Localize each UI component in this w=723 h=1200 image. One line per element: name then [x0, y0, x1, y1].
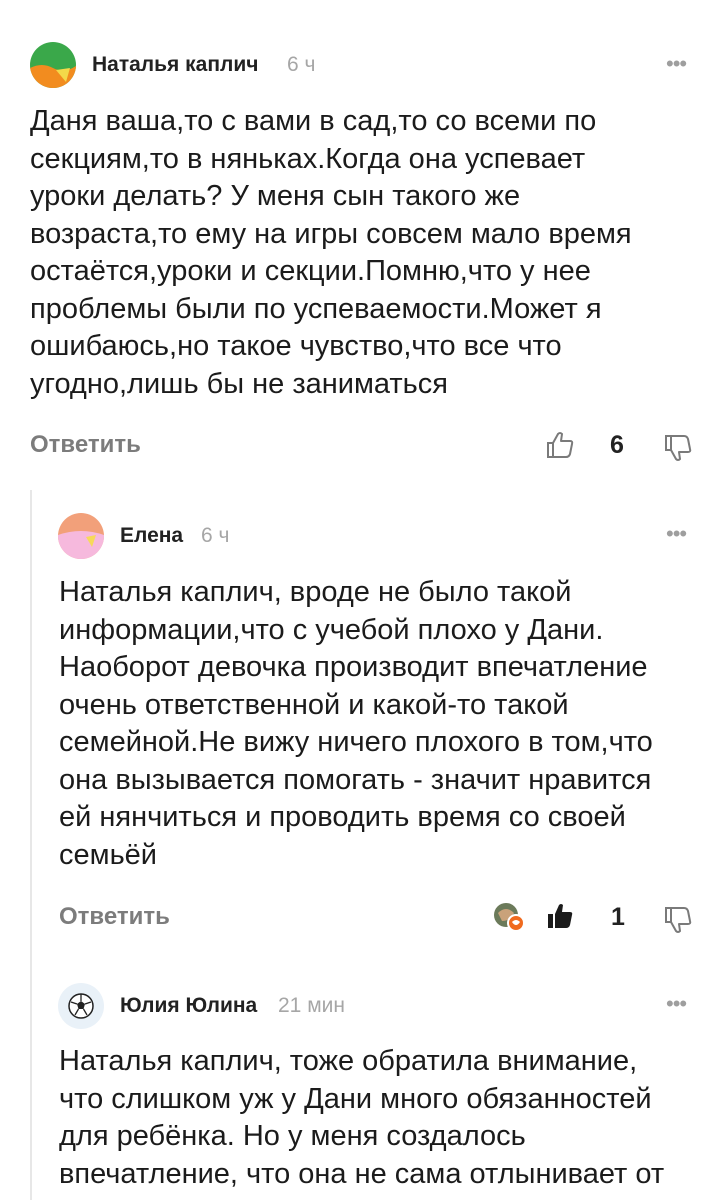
more-dots-icon[interactable]: •••	[666, 991, 687, 1017]
avatar-yulia[interactable]	[58, 983, 104, 1029]
soccer-ball-icon	[68, 993, 94, 1019]
comment-text: Наталья каплич, тоже обратила внимание, …	[59, 1043, 664, 1193]
comment-text-line: для ребёнка. Но у меня создалось	[59, 1120, 526, 1152]
comment-text-line: впечатление, что она не сама отлынивает …	[59, 1157, 665, 1190]
author-name[interactable]: Юлия Юлина	[120, 994, 257, 1018]
comment-time: 21 мин	[278, 994, 345, 1017]
comment-text-line: Наталья каплич, тоже обратила внимание,	[59, 1045, 638, 1077]
comment-3: Юлия Юлина 21 мин ••• Наталья каплич, то…	[0, 0, 723, 1200]
comment-text-line: что слишком уж у Дани много обязанностей	[59, 1082, 652, 1115]
